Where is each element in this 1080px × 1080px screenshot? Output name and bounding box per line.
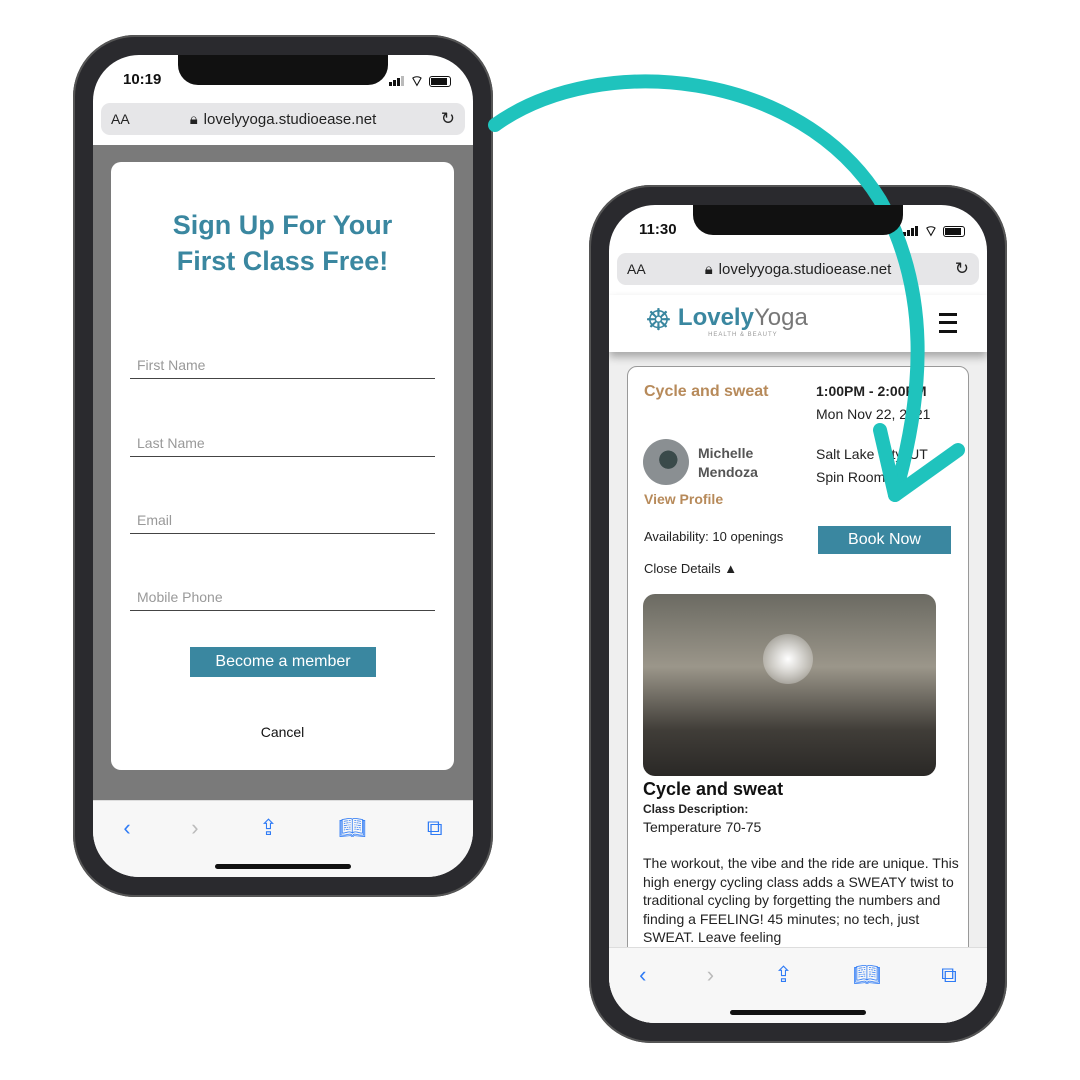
detail-title: Cycle and sweat xyxy=(643,779,784,799)
address-bar[interactable]: AA 🔒︎ lovelyyoga.studioease.net ↻ xyxy=(101,103,465,135)
notch xyxy=(178,55,388,85)
class-date: Mon Nov 22, 2021 xyxy=(816,406,931,422)
hamburger-menu-icon[interactable] xyxy=(939,313,957,333)
forward-icon[interactable]: › xyxy=(707,962,714,1023)
description-label: Class Description: xyxy=(643,802,749,816)
temperature: Temperature 70-75 xyxy=(643,819,762,835)
tabs-icon[interactable]: ⧉ xyxy=(427,815,443,877)
wifi-icon: ⌔ xyxy=(923,223,938,240)
instructor-name: Michelle Mendoza xyxy=(698,445,758,480)
clock: 11:30 xyxy=(639,221,677,238)
lotus-icon: ☸ xyxy=(645,304,672,337)
lock-icon: 🔒︎ xyxy=(704,260,713,278)
clock: 10:19 xyxy=(123,71,162,88)
last-name-field[interactable]: Last Name xyxy=(130,417,435,457)
class-location: Salt Lake City, UT xyxy=(816,446,928,462)
mobile-phone-field[interactable]: Mobile Phone xyxy=(130,571,435,611)
back-icon[interactable]: ‹ xyxy=(639,962,646,1023)
logo[interactable]: ☸ LovelyYoga HEALTH & BEAUTY xyxy=(645,303,808,338)
status-icons: ⌔ xyxy=(388,72,451,91)
battery-icon xyxy=(429,76,451,87)
tabs-icon[interactable]: ⧉ xyxy=(941,962,957,1023)
screen-left: 10:19 ⌔ AA 🔒︎ lovelyyoga.studioease.net ↻… xyxy=(93,55,473,877)
screen-right: 11:30 ⌔ AA 🔒︎ lovelyyoga.studioease.net ↻… xyxy=(609,205,987,1023)
home-indicator xyxy=(215,864,351,869)
class-photo xyxy=(643,594,936,776)
first-name-field[interactable]: First Name xyxy=(130,339,435,379)
availability: Availability: 10 openings xyxy=(644,529,784,544)
email-field[interactable]: Email xyxy=(130,494,435,534)
back-icon[interactable]: ‹ xyxy=(123,815,130,877)
site-header: ☸ LovelyYoga HEALTH & BEAUTY xyxy=(609,295,987,352)
url-text: lovelyyoga.studioease.net xyxy=(718,260,892,278)
class-room: Spin Room xyxy=(816,469,886,485)
text-size-button[interactable]: AA xyxy=(111,111,130,127)
address-bar[interactable]: AA 🔒︎ lovelyyoga.studioease.net ↻ xyxy=(617,253,979,285)
description-text: The workout, the vibe and the ride are u… xyxy=(643,855,959,945)
instructor-avatar[interactable] xyxy=(643,439,689,485)
text-size-button[interactable]: AA xyxy=(627,261,646,277)
url-text: lovelyyoga.studioease.net xyxy=(203,110,377,128)
view-profile-link[interactable]: View Profile xyxy=(644,491,723,507)
home-indicator xyxy=(730,1010,866,1015)
class-card: Cycle and sweat 1:00PM - 2:00PM Mon Nov … xyxy=(627,366,969,986)
reload-icon[interactable]: ↻ xyxy=(441,109,455,129)
reload-icon[interactable]: ↻ xyxy=(955,259,969,279)
wifi-icon: ⌔ xyxy=(409,73,424,90)
cancel-button[interactable]: Cancel xyxy=(111,724,454,740)
phone-left: 10:19 ⌔ AA 🔒︎ lovelyyoga.studioease.net ↻… xyxy=(73,35,493,897)
become-member-button[interactable]: Become a member xyxy=(190,647,376,677)
modal-title: Sign Up For Your First Class Free! xyxy=(172,210,393,276)
close-details-toggle[interactable]: Close Details ▲ xyxy=(644,561,737,576)
notch xyxy=(693,205,903,235)
battery-icon xyxy=(943,226,965,237)
status-icons: ⌔ xyxy=(902,222,965,241)
class-title: Cycle and sweat xyxy=(644,383,769,400)
signup-modal: Sign Up For Your First Class Free! First… xyxy=(111,162,454,770)
phone-right: 11:30 ⌔ AA 🔒︎ lovelyyoga.studioease.net ↻… xyxy=(589,185,1007,1043)
forward-icon[interactable]: › xyxy=(191,815,198,877)
class-time: 1:00PM - 2:00PM xyxy=(816,383,927,399)
book-now-button[interactable]: Book Now xyxy=(818,526,951,554)
lock-icon: 🔒︎ xyxy=(189,110,198,128)
